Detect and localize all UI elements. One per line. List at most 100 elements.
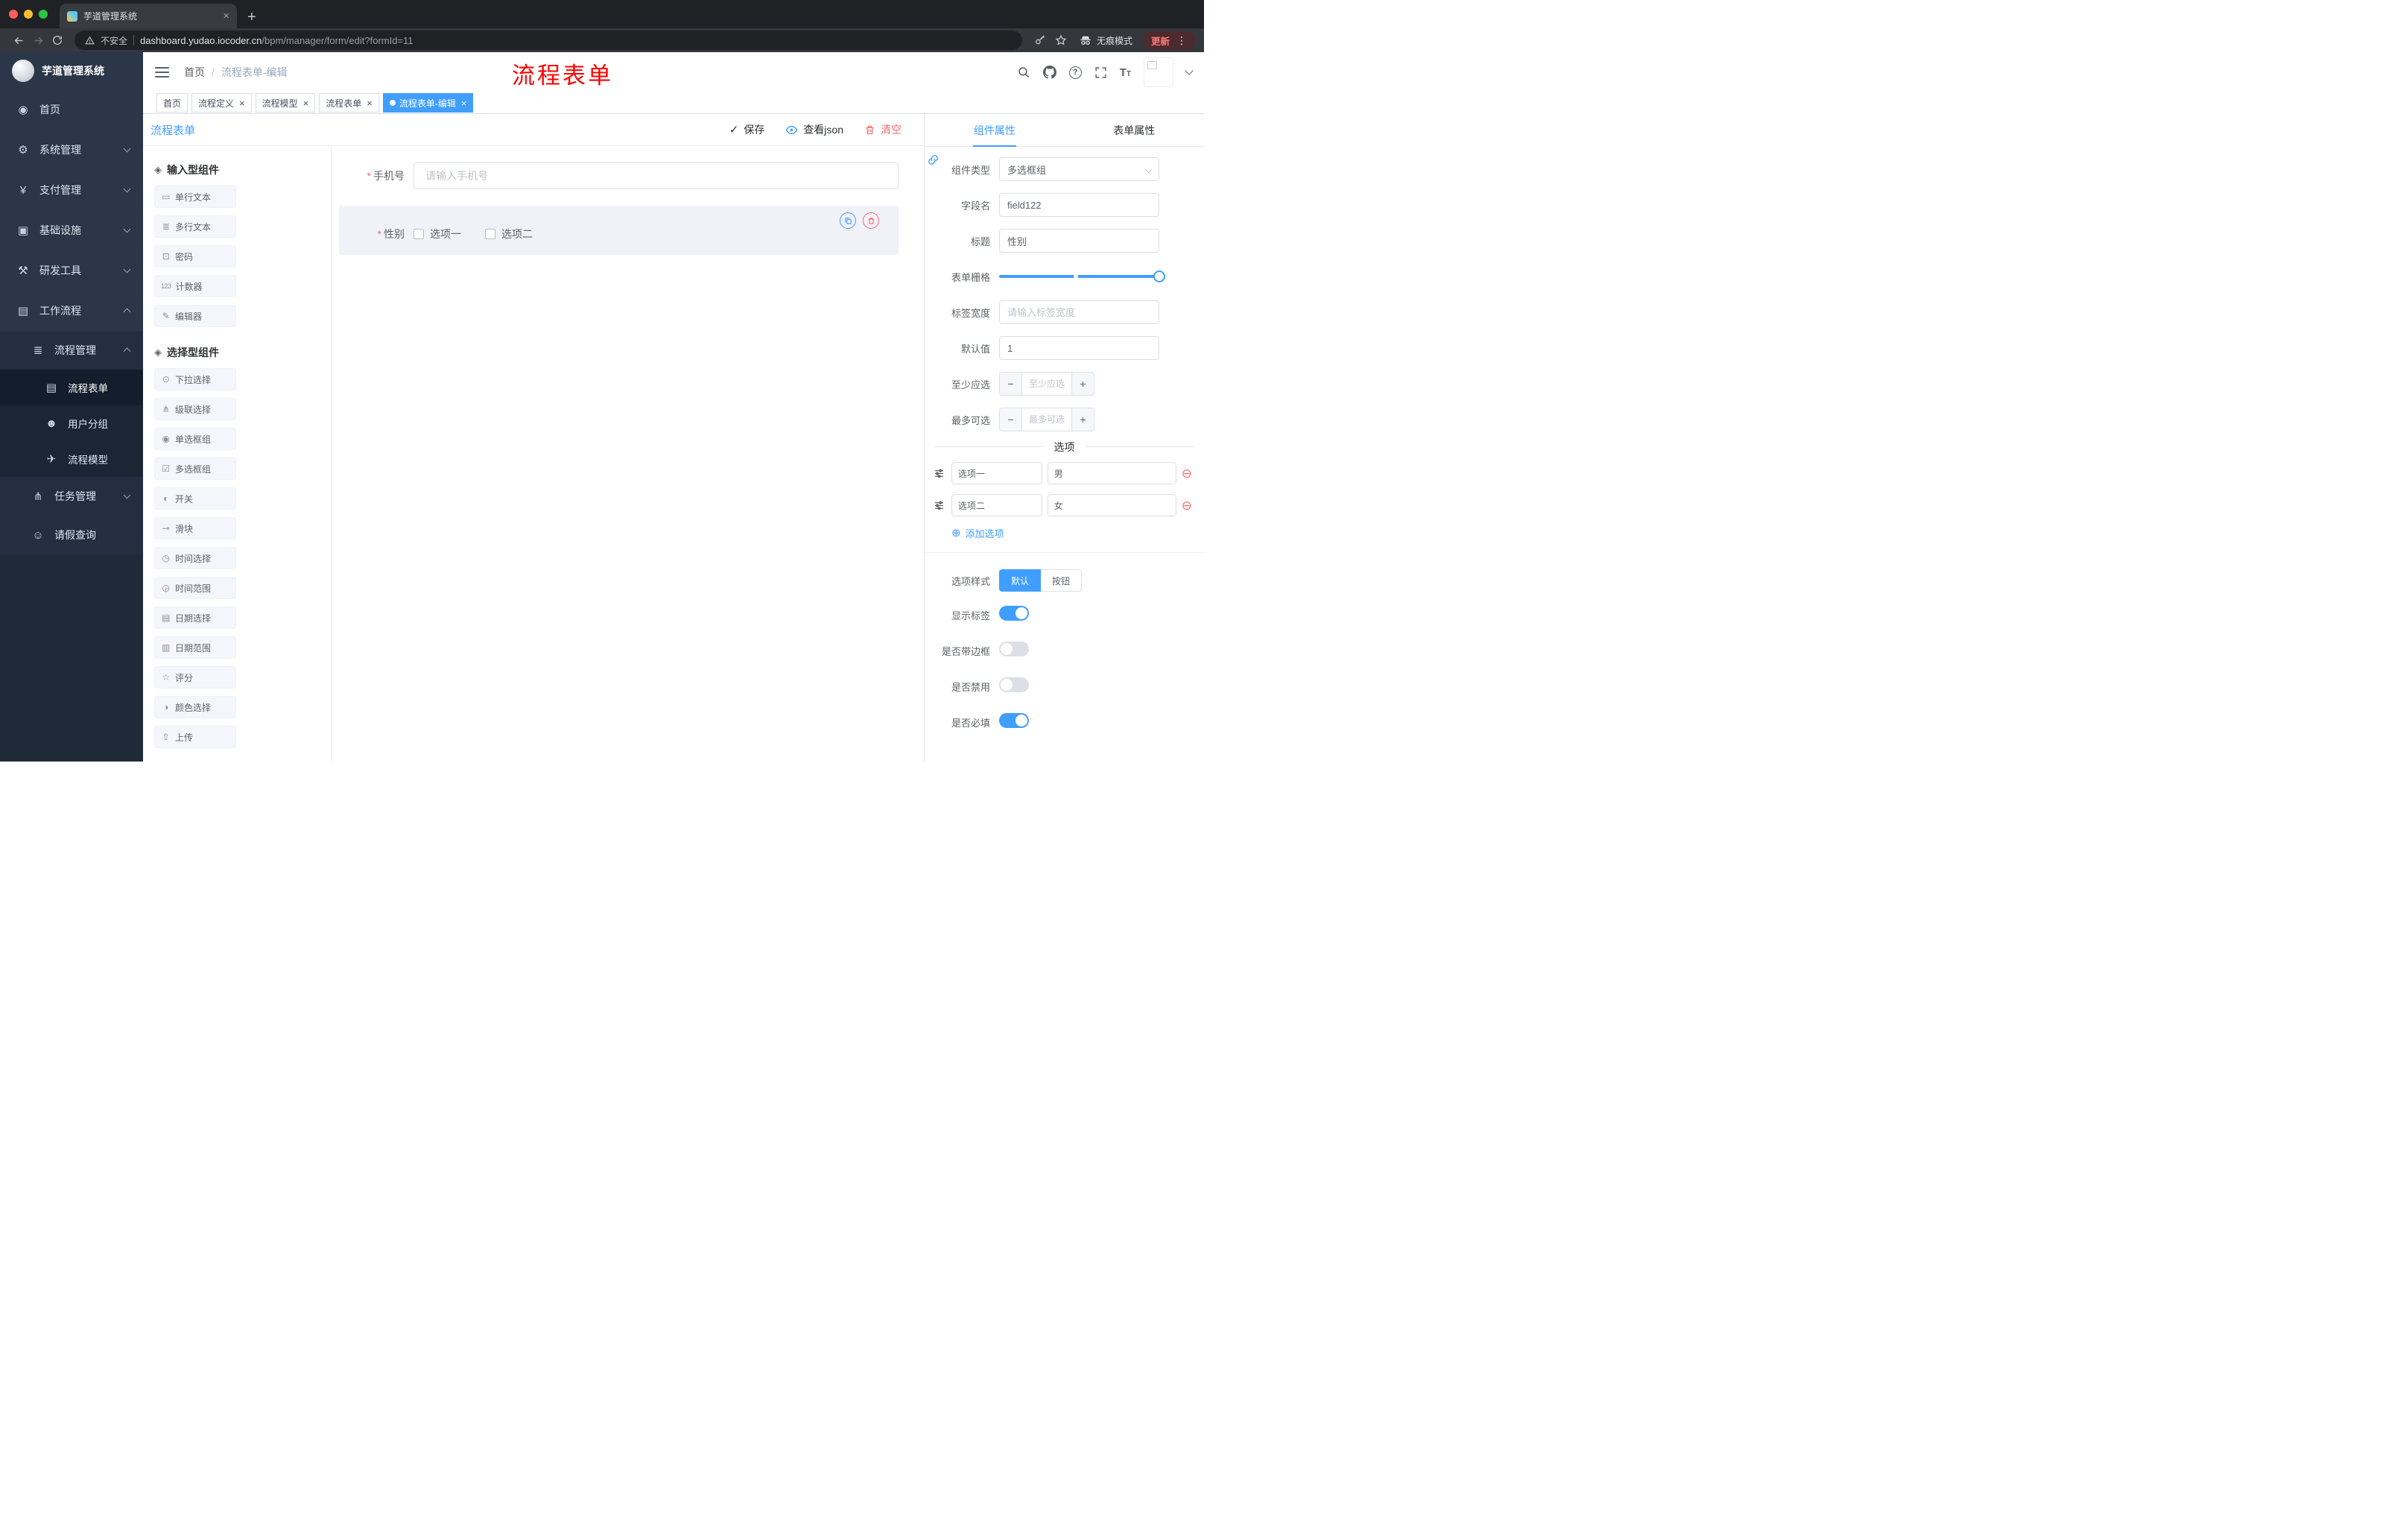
option-text-input[interactable]	[951, 494, 1042, 516]
sidebar-collapse-icon[interactable]	[155, 67, 169, 77]
gender-option-1-checkbox[interactable]: 选项一	[414, 227, 461, 241]
tag-close-icon[interactable]: ×	[461, 98, 467, 108]
label-width-input[interactable]	[999, 300, 1159, 324]
help-icon[interactable]: ?	[1068, 66, 1082, 79]
palette-item[interactable]: ▤ 日期选择	[154, 607, 236, 629]
palette-item[interactable]: 123 计数器	[154, 275, 236, 297]
save-button[interactable]: ✓ 保存	[729, 122, 765, 137]
remove-option-icon[interactable]: ⊖	[1182, 499, 1192, 512]
browser-menu-icon[interactable]: ⋮	[1176, 34, 1187, 47]
browser-tab[interactable]: 芋道管理系统 ×	[60, 4, 237, 28]
decrease-button[interactable]: −	[1000, 373, 1022, 395]
min-select-input[interactable]	[1022, 373, 1071, 395]
palette-item[interactable]: ⊸ 滑块	[154, 517, 236, 539]
palette-item[interactable]: ◑ 颜色选择	[154, 696, 236, 718]
tag-process-form-edit[interactable]: 流程表单-编辑 ×	[382, 93, 474, 113]
increase-button[interactable]: +	[1071, 373, 1094, 395]
sidebar-item-infrastructure[interactable]: ▣ 基础设施	[0, 210, 143, 250]
window-zoom-button[interactable]	[39, 10, 48, 19]
tag-process-model[interactable]: 流程模型 ×	[255, 93, 316, 113]
view-json-button[interactable]: 查看json	[785, 122, 843, 137]
sidebar-item-leave-query[interactable]: ☺ 请假查询	[0, 516, 143, 554]
palette-item[interactable]: ⊡ 密码	[154, 245, 236, 267]
sidebar-item-home[interactable]: ◉ 首页	[0, 89, 143, 130]
disabled-toggle[interactable]	[999, 677, 1029, 692]
password-key-icon[interactable]	[1034, 34, 1046, 46]
tab-component-props[interactable]: 组件属性	[925, 114, 1065, 146]
field-name-input[interactable]	[999, 193, 1159, 217]
delete-widget-button[interactable]	[863, 212, 879, 229]
palette-item[interactable]: ☆ 评分	[154, 666, 236, 688]
phone-input[interactable]	[414, 162, 899, 189]
new-tab-button[interactable]: +	[247, 10, 256, 25]
palette-item[interactable]: ✎ 编辑器	[154, 305, 236, 327]
search-icon[interactable]	[1017, 66, 1030, 79]
palette-item[interactable]: ⇧ 上传	[154, 726, 236, 748]
tab-close-icon[interactable]: ×	[223, 10, 229, 22]
drag-handle-icon[interactable]	[934, 468, 946, 479]
security-label[interactable]: 不安全	[101, 34, 127, 47]
show-label-toggle[interactable]	[999, 605, 1029, 621]
border-toggle[interactable]	[999, 641, 1029, 656]
phone-field-row[interactable]: 手机号	[339, 162, 899, 189]
title-input[interactable]	[999, 229, 1159, 253]
palette-item[interactable]: ◷ 时间选择	[154, 547, 236, 569]
clear-button[interactable]: 清空	[864, 122, 902, 137]
tag-process-form[interactable]: 流程表单 ×	[319, 93, 379, 113]
increase-button[interactable]: +	[1071, 408, 1094, 431]
reload-button[interactable]	[48, 31, 67, 50]
palette-item[interactable]: ◐ 开关	[154, 487, 236, 510]
sidebar-item-devtools[interactable]: ⚒ 研发工具	[0, 250, 143, 291]
sidebar-item-user-group[interactable]: ☻ 用户分组	[0, 405, 143, 441]
palette-item[interactable]: ◶ 时间范围	[154, 577, 236, 599]
default-value-input[interactable]	[999, 336, 1159, 360]
style-button-button[interactable]: 按钮	[1041, 569, 1083, 592]
required-toggle[interactable]	[999, 712, 1029, 728]
palette-item[interactable]: ▭ 单行文本	[154, 186, 236, 208]
add-option-button[interactable]: ⊕ 添加选项	[951, 526, 1204, 540]
tag-close-icon[interactable]: ×	[303, 98, 309, 108]
form-grid-slider[interactable]	[999, 265, 1165, 288]
forward-button[interactable]	[28, 31, 48, 50]
github-icon[interactable]	[1042, 66, 1056, 79]
slider-handle[interactable]	[1153, 270, 1165, 282]
sidebar-item-task-management[interactable]: ⋔ 任务管理	[0, 477, 143, 516]
sidebar-item-process-management[interactable]: ≣ 流程管理	[0, 331, 143, 370]
back-button[interactable]	[9, 31, 28, 50]
palette-item[interactable]: ◉ 单选框组	[154, 428, 236, 450]
sidebar-item-workflow[interactable]: ▤ 工作流程	[0, 291, 143, 331]
fullscreen-icon[interactable]	[1094, 66, 1107, 79]
tag-process-definition[interactable]: 流程定义 ×	[191, 93, 252, 113]
address-bar[interactable]: 不安全 dashboard.yudao.iocoder.cn/bpm/manag…	[75, 31, 1022, 50]
window-minimize-button[interactable]	[24, 10, 33, 19]
breadcrumb-home[interactable]: 首页	[184, 65, 205, 80]
font-size-icon[interactable]: TT	[1120, 67, 1131, 78]
tag-close-icon[interactable]: ×	[367, 98, 373, 108]
window-close-button[interactable]	[9, 10, 18, 19]
tag-close-icon[interactable]: ×	[239, 98, 245, 108]
tab-form-props[interactable]: 表单属性	[1065, 114, 1205, 146]
sidebar-item-system[interactable]: ⚙ 系统管理	[0, 130, 143, 170]
gender-option-2-checkbox[interactable]: 选项二	[485, 227, 533, 241]
url-text[interactable]: dashboard.yudao.iocoder.cn/bpm/manager/f…	[140, 35, 414, 46]
option-value-input[interactable]	[1047, 494, 1176, 516]
sidebar-logo[interactable]: 芋道管理系统	[0, 52, 143, 89]
remove-option-icon[interactable]: ⊖	[1182, 467, 1192, 480]
sidebar-item-payment[interactable]: ¥ 支付管理	[0, 170, 143, 210]
palette-item[interactable]: ⊙ 下拉选择	[154, 368, 236, 390]
browser-update-button[interactable]: 更新 ⋮	[1142, 31, 1195, 50]
drag-handle-icon[interactable]	[934, 500, 946, 511]
sidebar-item-process-model[interactable]: ✈ 流程模型	[0, 441, 143, 477]
max-select-input[interactable]	[1022, 408, 1071, 431]
option-text-input[interactable]	[951, 462, 1042, 484]
tag-home[interactable]: 首页	[156, 93, 188, 113]
component-type-select[interactable]: 多选框组	[999, 157, 1159, 181]
palette-item[interactable]: ≣ 多行文本	[154, 215, 236, 238]
palette-item[interactable]: ⋔ 级联选择	[154, 398, 236, 420]
sidebar-item-process-form[interactable]: ▤ 流程表单	[0, 370, 143, 405]
selected-widget-gender[interactable]: 性别 选项一 选项二	[339, 206, 899, 255]
link-field-icon[interactable]	[927, 153, 940, 166]
avatar[interactable]	[1144, 57, 1173, 87]
copy-widget-button[interactable]	[840, 212, 856, 229]
decrease-button[interactable]: −	[1000, 408, 1022, 431]
